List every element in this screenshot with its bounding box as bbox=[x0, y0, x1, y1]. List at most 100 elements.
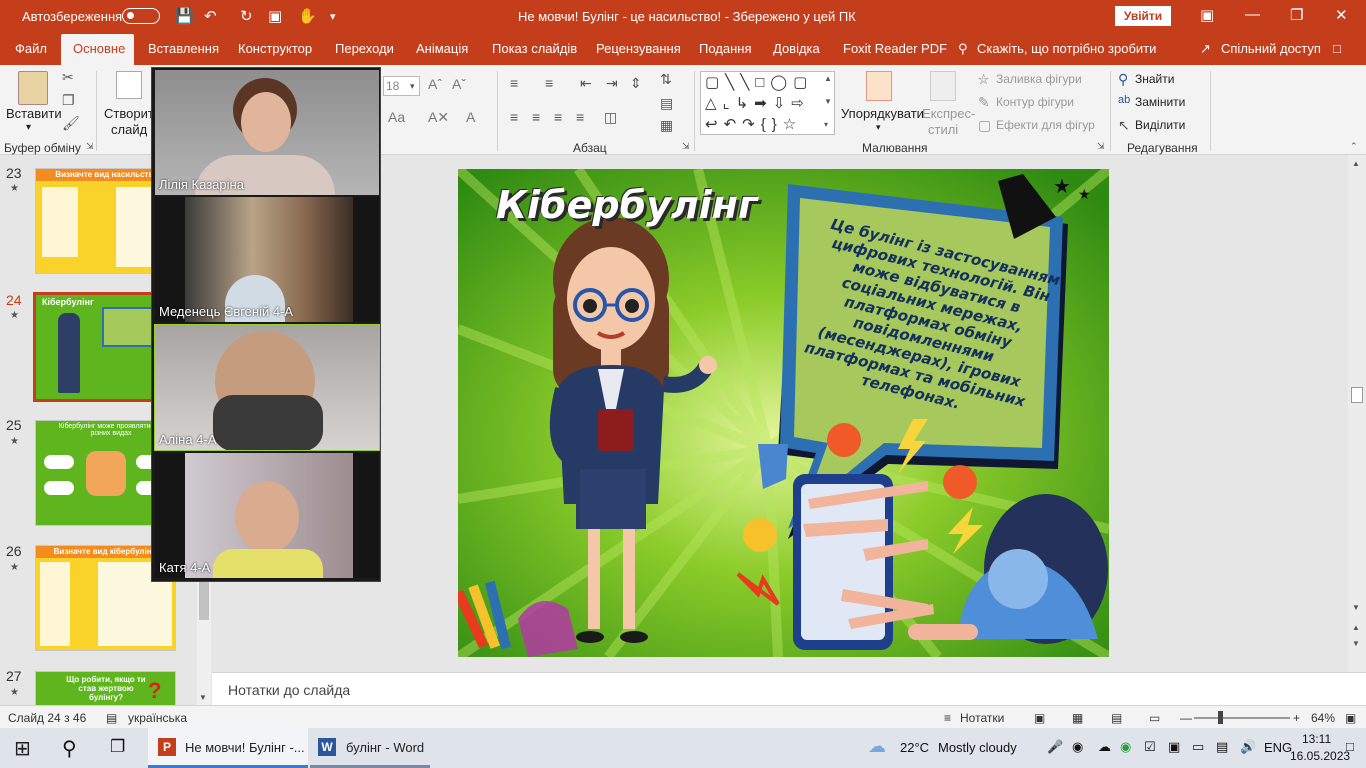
battery-icon[interactable]: ▭ bbox=[1192, 739, 1204, 755]
select-icon[interactable]: ↖ bbox=[1118, 117, 1130, 134]
increase-font-icon[interactable]: Aˆ bbox=[428, 76, 442, 92]
scroll-down-icon[interactable]: ▼ bbox=[1352, 603, 1360, 612]
tab-file[interactable]: Файл bbox=[15, 41, 47, 56]
microphone-icon[interactable]: 🎤 bbox=[1047, 739, 1063, 755]
undo-icon[interactable]: ↶ bbox=[204, 7, 217, 25]
format-painter-icon[interactable]: 🖌 bbox=[62, 115, 80, 132]
text-direction-icon[interactable]: ⇅ bbox=[660, 71, 672, 88]
line-spacing-icon[interactable]: ⇕ bbox=[630, 75, 642, 92]
customize-qat-icon[interactable]: ▾ bbox=[330, 10, 336, 23]
ribbon-display-icon[interactable]: ▣ bbox=[1200, 6, 1214, 24]
slide-sorter-icon[interactable]: ▦ bbox=[1072, 711, 1083, 725]
start-slideshow-icon[interactable]: ▣ bbox=[268, 7, 282, 25]
tab-animations[interactable]: Анімація bbox=[416, 41, 468, 56]
shape-effects-button[interactable]: Ефекти для фігур bbox=[996, 118, 1095, 132]
align-center-icon[interactable]: ≡ bbox=[532, 109, 540, 125]
video-call-gallery[interactable]: Лілія Казаріна Меденець Євгеній 4-А Алін… bbox=[151, 67, 381, 582]
restore-icon[interactable]: ❐ bbox=[1290, 6, 1303, 24]
notes-icon[interactable]: ≡ bbox=[944, 711, 951, 725]
shape-fill-icon[interactable]: ⛦ bbox=[978, 71, 989, 88]
weather-temperature[interactable]: 22°C bbox=[900, 740, 929, 755]
smartart-icon[interactable]: ▦ bbox=[660, 117, 673, 134]
zoom-level[interactable]: 64% bbox=[1311, 711, 1335, 725]
camera-icon[interactable]: ▣ bbox=[1168, 739, 1180, 755]
paste-icon[interactable] bbox=[18, 71, 48, 105]
paste-button[interactable]: Вставити bbox=[6, 106, 62, 121]
bullets-icon[interactable]: ≡ bbox=[510, 75, 518, 91]
quick-styles-icon[interactable] bbox=[930, 71, 956, 101]
tab-view[interactable]: Подання bbox=[699, 41, 752, 56]
weather-description[interactable]: Mostly cloudy bbox=[938, 740, 1017, 755]
participant-tile[interactable]: Лілія Казаріна bbox=[155, 70, 379, 195]
decrease-indent-icon[interactable]: ⇤ bbox=[580, 75, 592, 92]
numbering-icon[interactable]: ≡ bbox=[545, 75, 553, 91]
next-slide-icon[interactable]: ▼ bbox=[1352, 639, 1360, 648]
paste-dropdown-icon[interactable]: ▾ bbox=[26, 122, 31, 133]
justify-icon[interactable]: ≡ bbox=[576, 109, 584, 125]
arrange-button[interactable]: Упорядкувати bbox=[841, 106, 924, 121]
drawing-launcher-icon[interactable]: ⇲ bbox=[1097, 141, 1105, 152]
language-indicator[interactable]: українська bbox=[128, 711, 187, 725]
select-button[interactable]: Виділити bbox=[1135, 118, 1185, 132]
current-slide[interactable]: ★ ★ Кібербулінг Це булінг із застосуванн… bbox=[458, 169, 1109, 657]
zoom-in-icon[interactable]: + bbox=[1293, 711, 1300, 725]
tab-slideshow[interactable]: Показ слайдів bbox=[492, 41, 577, 56]
slideshow-view-icon[interactable]: ▭ bbox=[1149, 711, 1160, 725]
zoom-slider-track[interactable] bbox=[1194, 717, 1290, 719]
tab-help[interactable]: Довідка bbox=[773, 41, 820, 56]
font-color-icon[interactable]: A bbox=[466, 109, 475, 125]
windows-start-icon[interactable]: ⊞ bbox=[14, 736, 31, 761]
font-size-value[interactable]: 18 bbox=[386, 79, 399, 93]
shape-outline-button[interactable]: Контур фігури bbox=[996, 95, 1074, 109]
notifications-icon[interactable]: □ bbox=[1346, 739, 1354, 754]
taskbar-word-button[interactable]: W булінг - Word bbox=[310, 728, 430, 768]
redo-icon[interactable]: ↻ bbox=[240, 7, 253, 25]
search-icon[interactable]: ⚲ bbox=[62, 736, 77, 761]
quick-styles-button-line2[interactable]: стилі bbox=[928, 122, 958, 137]
arrange-icon[interactable] bbox=[866, 71, 892, 101]
share-icon[interactable]: ↗ bbox=[1200, 41, 1211, 57]
participant-tile[interactable]: Аліна 4-А bbox=[154, 324, 380, 451]
tell-me-search[interactable]: Скажіть, що потрібно зробити bbox=[977, 41, 1156, 56]
notes-toggle-button[interactable]: Нотатки bbox=[960, 711, 1004, 725]
tab-review[interactable]: Рецензування bbox=[596, 41, 681, 56]
reading-view-icon[interactable]: ▤ bbox=[1111, 711, 1122, 725]
share-button[interactable]: Спільний доступ bbox=[1221, 41, 1321, 56]
editor-scroll-thumb[interactable] bbox=[1351, 387, 1363, 403]
collapse-ribbon-icon[interactable]: ⌃ bbox=[1350, 141, 1358, 152]
editor-scrollbar[interactable]: ▲ ▼ ▲ ▼ bbox=[1348, 155, 1366, 672]
save-icon[interactable]: 💾 bbox=[175, 7, 194, 25]
paragraph-launcher-icon[interactable]: ⇲ bbox=[682, 141, 690, 152]
autosave-toggle[interactable] bbox=[122, 8, 160, 24]
scroll-down-icon[interactable]: ▼ bbox=[199, 693, 207, 702]
clock-time[interactable]: 13:11 bbox=[1302, 732, 1331, 746]
arrange-dropdown-icon[interactable]: ▾ bbox=[876, 122, 881, 133]
previous-slide-icon[interactable]: ▲ bbox=[1352, 623, 1360, 632]
decrease-font-icon[interactable]: Aˇ bbox=[452, 76, 466, 92]
signin-button[interactable]: Увійти bbox=[1115, 6, 1171, 26]
clear-formatting-icon[interactable]: A✕ bbox=[428, 109, 449, 126]
volume-icon[interactable]: 🔊 bbox=[1240, 739, 1256, 755]
touch-mode-icon[interactable]: ✋ bbox=[298, 7, 317, 25]
scroll-up-icon[interactable]: ▲ bbox=[1352, 159, 1360, 168]
clipboard-launcher-icon[interactable]: ⇲ bbox=[86, 141, 94, 152]
align-text-icon[interactable]: ▤ bbox=[660, 95, 673, 112]
tab-foxit[interactable]: Foxit Reader PDF bbox=[843, 41, 947, 56]
clock-date[interactable]: 16.05.2023 bbox=[1290, 749, 1350, 763]
fit-to-window-icon[interactable]: ▣ bbox=[1345, 711, 1356, 725]
tab-home[interactable]: Основне bbox=[73, 41, 125, 56]
increase-indent-icon[interactable]: ⇥ bbox=[606, 75, 618, 92]
participant-tile[interactable]: Катя 4-А bbox=[155, 453, 379, 578]
cut-icon[interactable]: ✂ bbox=[62, 69, 74, 86]
app-tray-icon[interactable]: ☑ bbox=[1144, 739, 1156, 755]
onedrive-icon[interactable]: ☁ bbox=[1098, 739, 1111, 755]
align-left-icon[interactable]: ≡ bbox=[510, 109, 518, 125]
quick-styles-button[interactable]: Експрес- bbox=[922, 106, 975, 121]
minimize-icon[interactable]: — bbox=[1245, 6, 1260, 23]
task-view-icon[interactable]: ❐ bbox=[110, 737, 125, 757]
spellcheck-icon[interactable]: ▤ bbox=[106, 711, 117, 725]
notes-placeholder[interactable]: Нотатки до слайда bbox=[228, 682, 350, 698]
shape-effects-icon[interactable]: ▢ bbox=[978, 117, 991, 134]
columns-icon[interactable]: ◫ bbox=[604, 109, 617, 126]
normal-view-icon[interactable]: ▣ bbox=[1034, 711, 1045, 725]
